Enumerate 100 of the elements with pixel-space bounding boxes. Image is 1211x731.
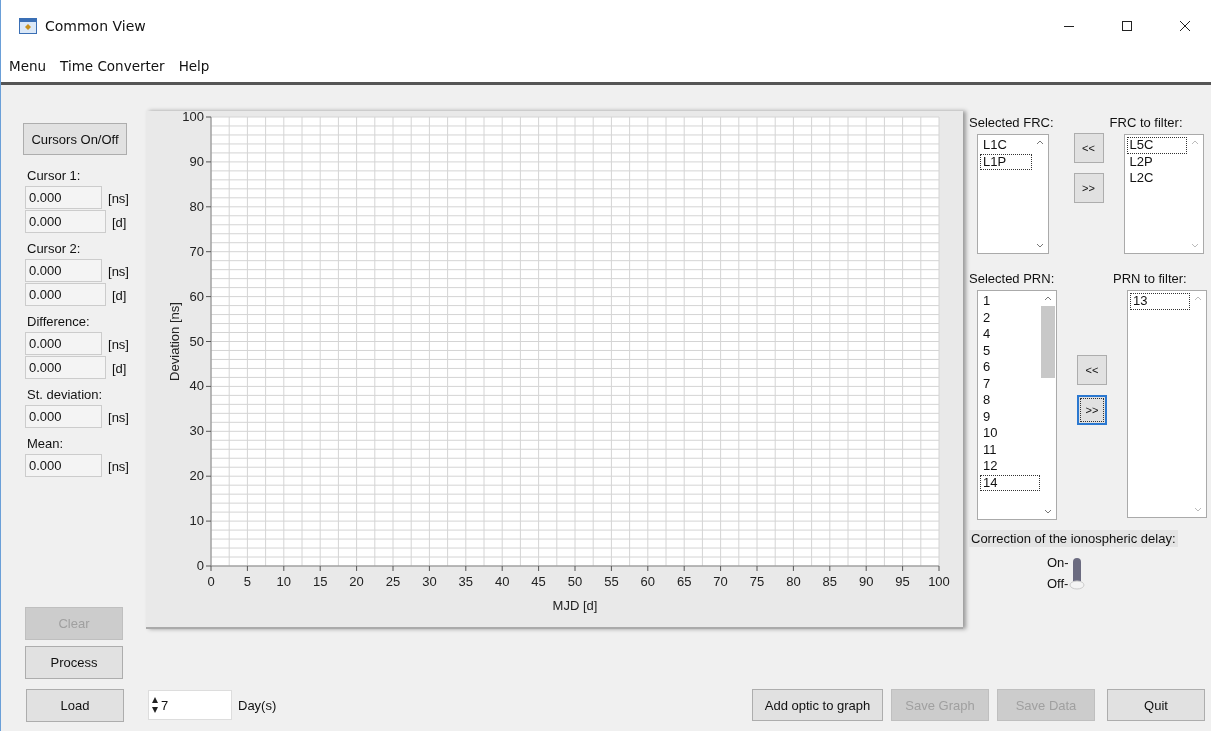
move-button[interactable]: >> bbox=[1073, 173, 1104, 203]
unit-label: Day(s) bbox=[238, 697, 277, 713]
list-item[interactable]: 8 bbox=[980, 392, 1040, 409]
tick-label: 90 bbox=[858, 574, 874, 589]
tick-label: 30 bbox=[422, 574, 437, 589]
tick-label: 10 bbox=[276, 574, 292, 589]
tick-label: 70 bbox=[189, 243, 204, 259]
tick-label: 80 bbox=[786, 574, 801, 589]
list-box[interactable]: 13 bbox=[1127, 290, 1207, 518]
readout-field[interactable]: 0.000 bbox=[25, 210, 106, 233]
toggle-switch[interactable] bbox=[1068, 556, 1085, 590]
tick-label: 80 bbox=[189, 198, 204, 214]
list-item[interactable]: 10 bbox=[980, 425, 1040, 442]
list-item[interactable]: 7 bbox=[980, 375, 1040, 392]
unit-label: [ns] bbox=[108, 458, 129, 474]
unit-label: [ns] bbox=[108, 190, 129, 206]
scroll-up-icon[interactable] bbox=[1044, 296, 1052, 301]
list-item[interactable]: 5 bbox=[980, 342, 1040, 359]
tick-label: 20 bbox=[349, 574, 364, 589]
readout-label: Difference: bbox=[27, 314, 91, 329]
tick-label: 10 bbox=[189, 513, 204, 529]
scroll-up-icon[interactable] bbox=[1194, 296, 1202, 301]
on-label: On- bbox=[1047, 555, 1069, 570]
list-item[interactable]: L1P bbox=[980, 153, 1032, 170]
menu-item[interactable]: Help bbox=[178, 58, 210, 74]
list-item[interactable]: L5C bbox=[1126, 137, 1187, 154]
days-spinner[interactable]: 7 bbox=[148, 690, 232, 720]
tick-label: 100 bbox=[928, 574, 950, 589]
unit-label: [ns] bbox=[108, 336, 129, 352]
tick-label: 50 bbox=[567, 574, 583, 589]
scroll-down-icon[interactable] bbox=[1036, 243, 1044, 248]
readout-label: Cursor 1: bbox=[27, 168, 82, 183]
tick-label: 95 bbox=[895, 574, 910, 589]
list-item[interactable]: 11 bbox=[980, 441, 1040, 458]
scroll-down-icon[interactable] bbox=[1044, 509, 1052, 514]
unit-label: [ns] bbox=[108, 409, 129, 425]
off-label: Off- bbox=[1047, 576, 1069, 591]
tick-label: 5 bbox=[243, 574, 251, 589]
readout-label: Cursor 2: bbox=[27, 241, 82, 256]
tick-label: 20 bbox=[189, 468, 204, 484]
scroll-up-icon[interactable] bbox=[1190, 140, 1199, 145]
list-item[interactable]: 14 bbox=[980, 474, 1040, 491]
readout-field[interactable]: 0.000 bbox=[25, 332, 103, 355]
readout-field[interactable]: 0.000 bbox=[25, 259, 103, 282]
list-box[interactable]: L1C L1P bbox=[977, 134, 1049, 254]
readout-field[interactable]: 0.000 bbox=[25, 405, 103, 428]
list-label: PRN to filter: bbox=[1113, 271, 1188, 286]
scroll-down-icon[interactable] bbox=[1194, 507, 1202, 512]
tick-label: 50 bbox=[189, 333, 204, 349]
action-button[interactable]: Quit bbox=[1107, 689, 1205, 721]
readout-label: Mean: bbox=[27, 436, 65, 451]
move-button[interactable]: << bbox=[1073, 133, 1104, 163]
tick-label: 60 bbox=[640, 574, 656, 589]
unit-label: [d] bbox=[112, 360, 127, 376]
unit-label: [d] bbox=[112, 287, 127, 303]
menu-item[interactable]: Menu bbox=[9, 58, 47, 74]
list-box[interactable]: 1 2 4 5 6 7 8 9 10 11 12 14 bbox=[977, 290, 1057, 520]
readout-field[interactable]: 0.000 bbox=[25, 356, 106, 379]
list-item[interactable]: 13 bbox=[1130, 293, 1190, 310]
list-item[interactable]: 4 bbox=[980, 326, 1040, 343]
list-label: Selected FRC: bbox=[969, 115, 1054, 130]
tick-label: 0 bbox=[207, 574, 215, 589]
readout-field[interactable]: 0.000 bbox=[25, 186, 103, 209]
move-button[interactable]: << bbox=[1077, 355, 1107, 385]
app-icon bbox=[19, 18, 37, 34]
window-title: Common View bbox=[45, 18, 146, 34]
move-button[interactable]: >> bbox=[1077, 395, 1107, 425]
tick-label: 35 bbox=[458, 574, 474, 589]
list-item[interactable]: 1 bbox=[980, 293, 1040, 310]
tick-label: 90 bbox=[189, 153, 204, 169]
tick-label: 100 bbox=[182, 111, 204, 124]
list-item[interactable]: 12 bbox=[980, 458, 1040, 475]
scroll-up-icon[interactable] bbox=[1036, 140, 1044, 145]
list-box[interactable]: L5C L2P L2C bbox=[1123, 134, 1204, 254]
list-item[interactable]: L1C bbox=[980, 137, 1032, 154]
cursors-button[interactable]: Cursors On/Off bbox=[23, 123, 127, 155]
list-item[interactable]: L2C bbox=[1126, 170, 1187, 187]
list-item[interactable]: 2 bbox=[980, 309, 1040, 326]
list-item[interactable]: 9 bbox=[980, 408, 1040, 425]
tick-label: 65 bbox=[676, 574, 692, 589]
tick-label: 45 bbox=[531, 574, 546, 589]
load-button[interactable]: Load bbox=[26, 688, 124, 722]
action-button[interactable]: Process bbox=[25, 646, 123, 679]
tick-label: 15 bbox=[312, 574, 328, 589]
tick-label: 40 bbox=[494, 574, 510, 589]
list-label: FRC to filter: bbox=[1109, 115, 1184, 130]
readout-field[interactable]: 0.000 bbox=[25, 283, 106, 306]
tick-label: 55 bbox=[604, 574, 619, 589]
list-item[interactable]: 6 bbox=[980, 359, 1040, 376]
scroll-down-icon[interactable] bbox=[1190, 243, 1199, 248]
readout-field[interactable]: 0.000 bbox=[25, 454, 103, 477]
action-button[interactable]: Add optic to graph bbox=[752, 689, 883, 721]
menu-item[interactable]: Time Converter bbox=[60, 58, 165, 74]
readout-label: St. deviation: bbox=[27, 387, 104, 402]
tick-label: 0 bbox=[196, 558, 204, 573]
list-item[interactable]: L2P bbox=[1126, 153, 1187, 170]
axis-title: Deviation [ns] bbox=[167, 302, 182, 381]
axis-title: MJD [d] bbox=[552, 598, 598, 613]
tick-label: 85 bbox=[822, 574, 838, 589]
list-label: Selected PRN: bbox=[969, 271, 1056, 286]
